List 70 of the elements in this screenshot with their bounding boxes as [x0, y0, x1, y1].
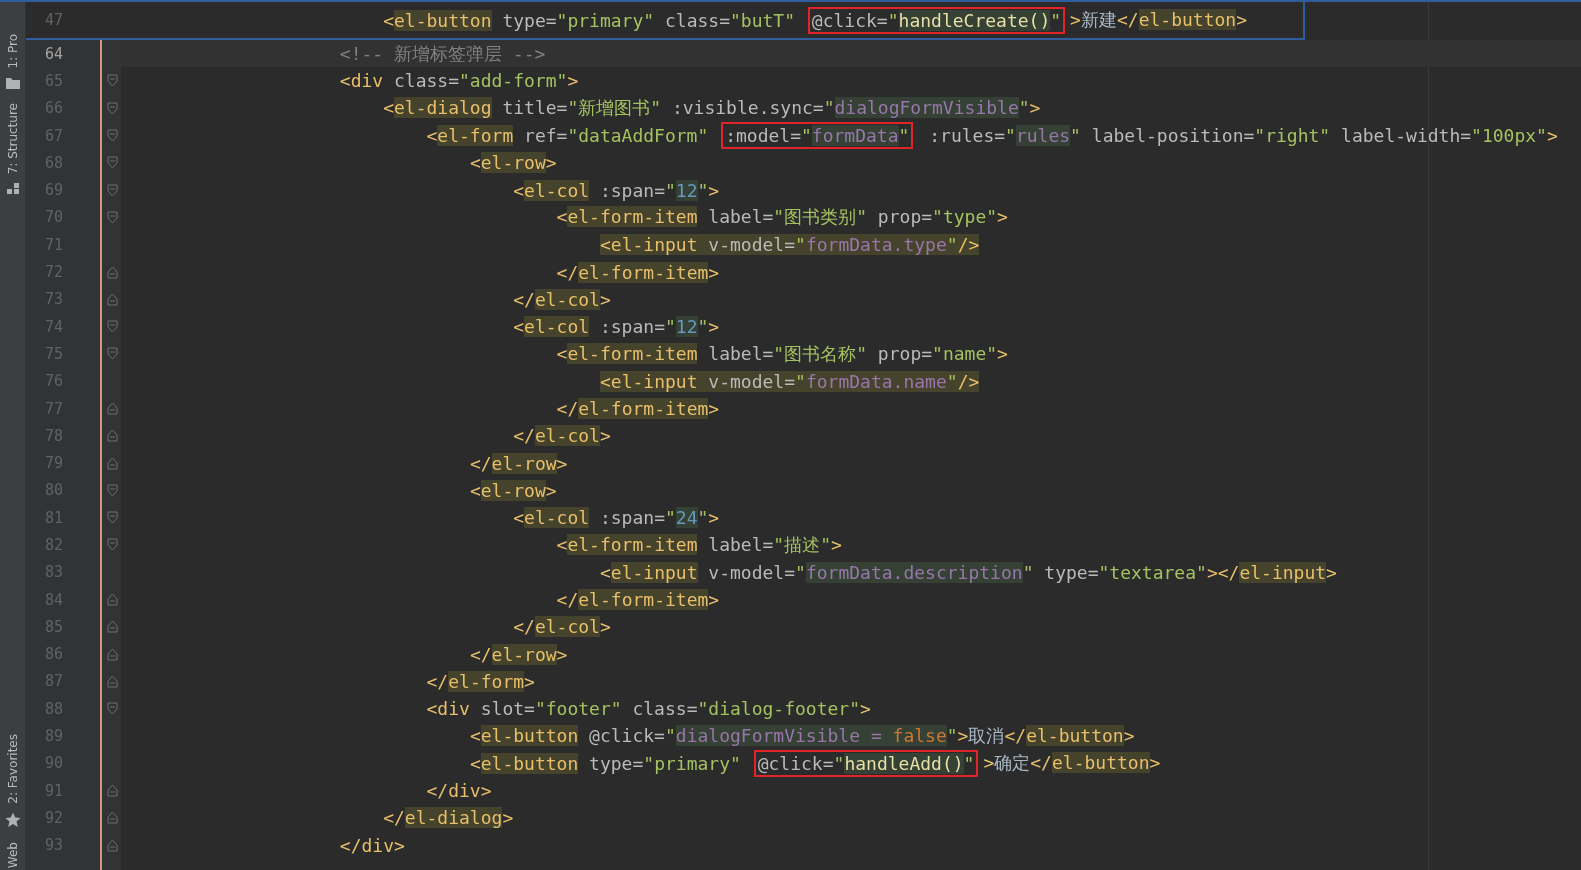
code-text: <el-dialog title="新增图书" :visible.sync="dialogFormVisible">: [382, 96, 1042, 121]
code-text: </div>: [338, 833, 406, 858]
code-text: </el-form-item>: [555, 397, 721, 421]
tool-window-tab[interactable]: 7: Structure: [5, 102, 20, 174]
code-text: :rules="rules" label-position="right" label-width="100px">: [928, 124, 1559, 149]
fold-icon[interactable]: [107, 483, 118, 497]
star-icon: [4, 811, 21, 828]
code-text: <el-input v-model="formData.type"/>: [598, 233, 981, 258]
code-text: </el-form-item>: [555, 260, 721, 285]
code-text: </el-dialog>: [382, 806, 515, 831]
code-text: <el-input v-model="formData.name"/>: [598, 369, 981, 394]
fold-icon[interactable]: [107, 74, 118, 88]
code-text: </div>: [425, 779, 493, 804]
fold-icon[interactable]: [107, 811, 118, 825]
code-text: <el-button type="primary": [468, 751, 742, 776]
code-text: <el-button @click="dialogFormVisible = false">取消</el-button>: [468, 724, 1136, 749]
code-text: </el-row>: [468, 451, 569, 476]
annotation-box: @click="handleAdd()": [753, 749, 979, 777]
code-text: <el-form-item label="描述">: [555, 533, 843, 557]
fold-icon[interactable]: [107, 702, 118, 716]
fold-icon[interactable]: [107, 784, 118, 798]
code-text: </el-row>: [468, 642, 569, 667]
code-text: <!-- 新增标签弹层 -->: [338, 41, 547, 66]
fold-icon[interactable]: [107, 647, 118, 661]
fold-icon[interactable]: [107, 429, 118, 443]
code-text: <el-form-item label="图书名称" prop="name">: [555, 341, 1009, 366]
fold-icon[interactable]: [107, 402, 118, 415]
line-number: 64: [43, 43, 64, 65]
fold-icon[interactable]: [107, 156, 118, 170]
code-text: <div slot="footer" class="dialog-footer">: [425, 697, 872, 722]
code-text: <el-col :span="12">: [512, 315, 721, 340]
code-text: <div class="add-form">: [338, 69, 580, 94]
fold-icon[interactable]: [107, 129, 118, 143]
code-text: </el-form>: [425, 669, 536, 694]
fold-icon[interactable]: [107, 183, 118, 197]
annotation-box: @click="handleCreate()": [807, 6, 1066, 34]
fold-icon[interactable]: [107, 347, 118, 361]
code-text: </el-col>: [512, 424, 612, 449]
fold-icon[interactable]: [107, 265, 118, 279]
code-text: </el-col>: [512, 287, 612, 312]
code-text: </el-form-item>: [555, 588, 721, 613]
code-text: <el-col :span="24">: [512, 506, 721, 531]
fold-icon[interactable]: [107, 456, 118, 470]
fold-icon[interactable]: [107, 674, 118, 688]
code-text: <el-col :span="12">: [512, 178, 721, 203]
fold-icon[interactable]: [107, 292, 118, 306]
code-text: <el-row>: [468, 478, 558, 503]
fold-icon[interactable]: [107, 320, 118, 334]
fold-icon[interactable]: [107, 210, 118, 224]
fold-icon[interactable]: [107, 838, 118, 852]
fold-icon[interactable]: [107, 620, 118, 634]
tool-window-tab[interactable]: 2: Favorites: [5, 734, 20, 804]
code-text: >新建</el-button>: [1069, 8, 1249, 32]
code-text: <el-row>: [468, 151, 558, 176]
fold-icon[interactable]: [107, 511, 118, 525]
annotation-box: :model="formData": [721, 122, 914, 150]
fold-icon[interactable]: [107, 101, 118, 115]
fold-icon[interactable]: [107, 593, 118, 607]
tool-window-tab[interactable]: 1: Pro: [5, 34, 20, 69]
code-text: <el-form-item label="图书类别" prop="type">: [555, 205, 1009, 230]
code-text: <el-form ref="dataAddForm": [425, 124, 710, 149]
code-text: >确定</el-button>: [982, 751, 1162, 776]
tool-window-tab[interactable]: Web: [5, 841, 20, 868]
code-text: <el-button type="primary" class="butT": [382, 8, 796, 33]
code-text: <el-input v-model="formData.description" type="textarea"></el-input>: [598, 560, 1338, 585]
line-number: 47: [43, 10, 64, 31]
structure-icon: [6, 181, 19, 194]
fold-icon[interactable]: [107, 538, 118, 552]
folder-icon: [5, 76, 20, 89]
code-text: </el-col>: [512, 615, 612, 640]
